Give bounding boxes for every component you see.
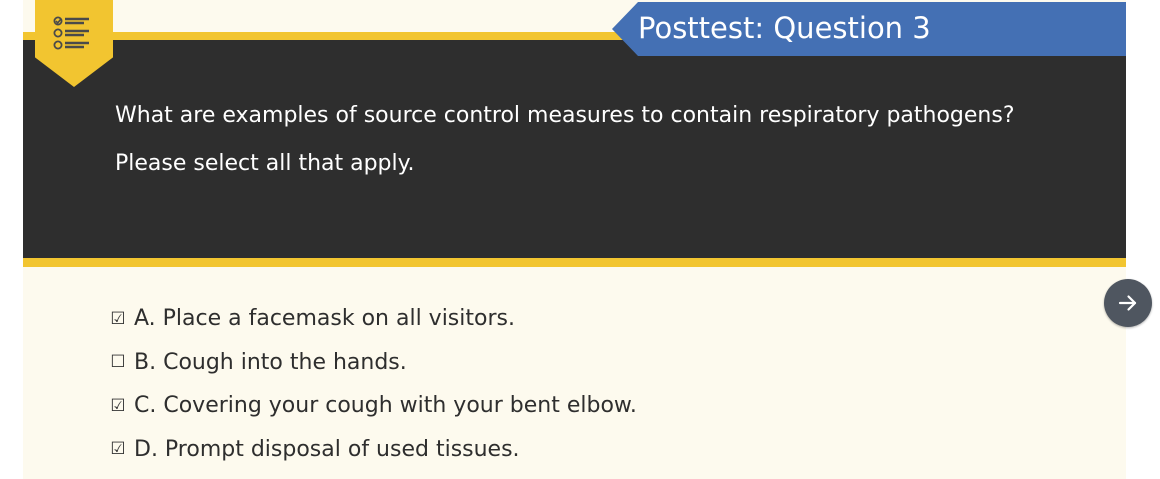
answer-option-c[interactable]: ☑ C. Covering your cough with your bent …	[108, 384, 637, 428]
answer-label: C. Covering your cough with your bent el…	[134, 393, 637, 419]
answer-label: D. Prompt disposal of used tissues.	[134, 436, 520, 462]
question-instruction: Please select all that apply.	[115, 151, 415, 176]
checkbox-unchecked[interactable]: ☐	[108, 352, 128, 372]
answer-option-b[interactable]: ☐ B. Cough into the hands.	[108, 341, 637, 385]
question-prompt: What are examples of source control meas…	[115, 92, 1015, 188]
checkbox-checked[interactable]: ☑	[108, 309, 128, 329]
answer-label: B. Cough into the hands.	[134, 349, 407, 375]
answer-option-a[interactable]: ☑ A. Place a facemask on all visitors.	[108, 297, 637, 341]
answer-label: A. Place a facemask on all visitors.	[134, 306, 515, 332]
question-line: What are examples of source control meas…	[115, 103, 1015, 128]
checklist-icon	[53, 16, 89, 50]
quiz-slide: Posttest: Question 3 What are examples o…	[0, 0, 1160, 479]
answer-list: ☑ A. Place a facemask on all visitors. ☐…	[108, 297, 637, 471]
arrow-right-icon	[1118, 295, 1137, 311]
checkbox-checked[interactable]: ☑	[108, 396, 128, 416]
answer-option-d[interactable]: ☑ D. Prompt disposal of used tissues.	[108, 428, 637, 472]
next-button[interactable]	[1104, 279, 1152, 327]
checkbox-checked[interactable]: ☑	[108, 439, 128, 459]
question-accent-rule	[23, 258, 1126, 267]
page-title: Posttest: Question 3	[638, 11, 931, 45]
